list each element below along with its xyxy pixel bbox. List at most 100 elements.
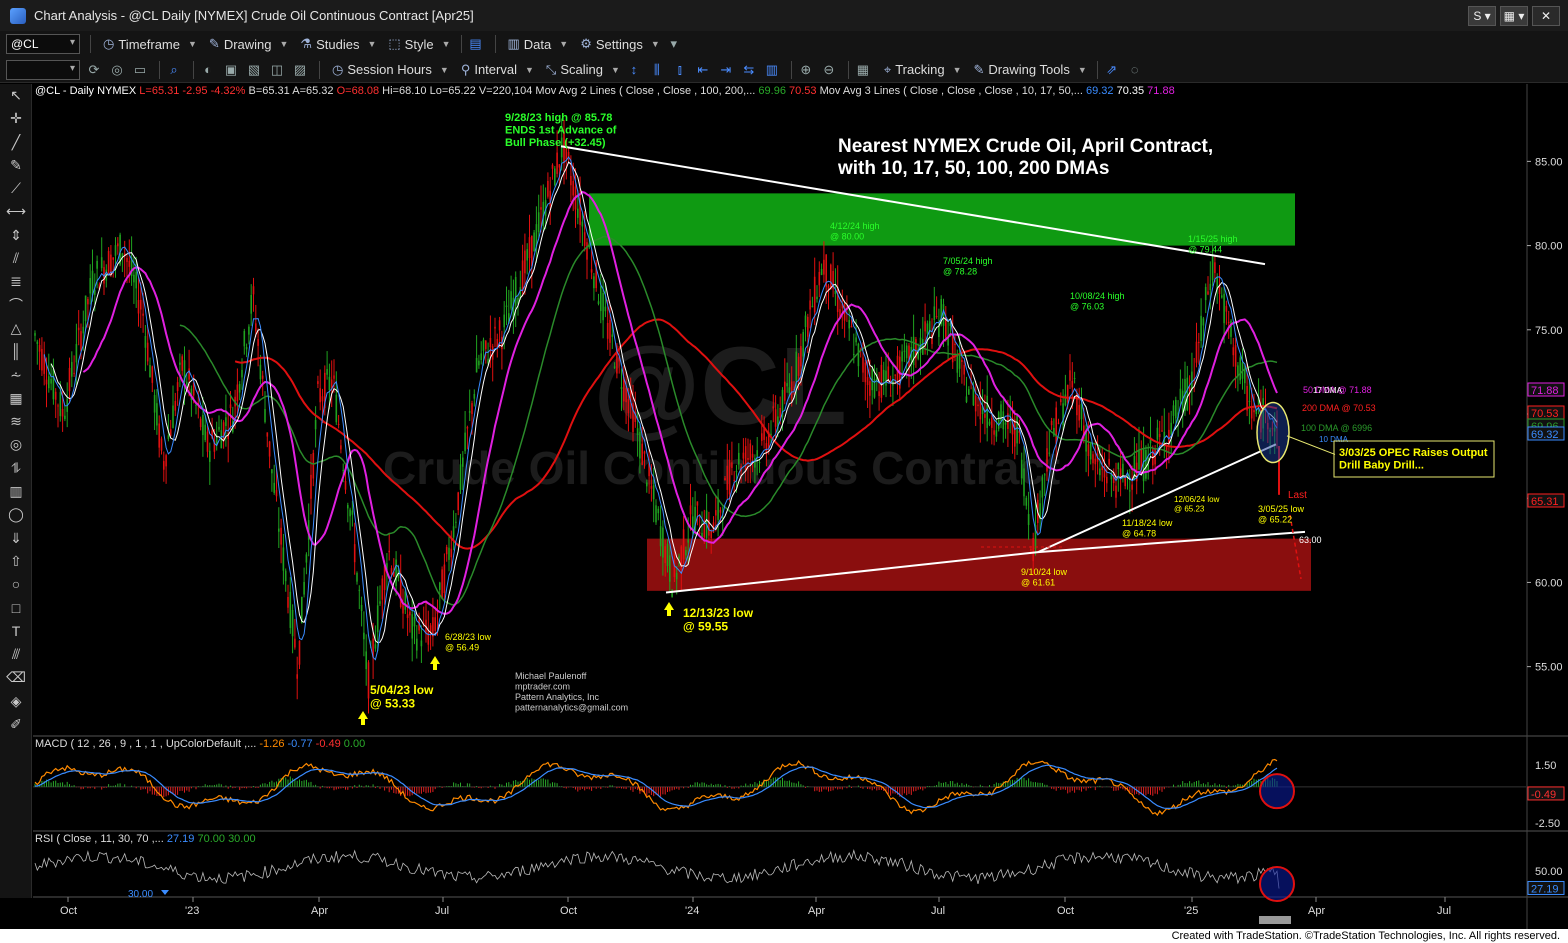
arc-icon[interactable]: ⌒ bbox=[0, 294, 32, 317]
candle-body bbox=[317, 381, 319, 384]
candle-body bbox=[1218, 286, 1221, 294]
candle-body bbox=[643, 451, 646, 454]
settings-menu[interactable]: ⚙ Settings ▼ bbox=[580, 36, 660, 52]
data-menu[interactable]: ▥ Data ▼ bbox=[508, 36, 569, 52]
candle-body bbox=[1009, 414, 1011, 416]
chart-type-icon[interactable]: ▧ bbox=[245, 61, 263, 79]
layout-button[interactable]: ▦ ▾ bbox=[1500, 6, 1528, 26]
grid-icon[interactable]: ▦ bbox=[0, 387, 32, 410]
symbol-link-button[interactable]: S ▾ bbox=[1468, 6, 1496, 26]
candle-body bbox=[229, 404, 232, 409]
annotation-text: 9/28/23 high @ 85.78 bbox=[505, 112, 612, 124]
document-icon[interactable]: ▭ bbox=[131, 61, 149, 79]
ellipse-icon[interactable]: ◯ bbox=[0, 503, 32, 526]
scroll-left-icon[interactable]: ⇤ bbox=[694, 61, 712, 79]
toolbar-divider bbox=[460, 35, 462, 53]
symbol-search-icon[interactable]: ⌕ bbox=[165, 61, 183, 79]
bar-spacing-icon[interactable]: ↕ bbox=[625, 61, 643, 79]
rectangle-icon[interactable]: □ bbox=[0, 597, 32, 620]
insert-window-icon[interactable]: ▤ bbox=[467, 35, 485, 53]
candle-body bbox=[590, 269, 593, 273]
pin-icon: ⚲ bbox=[460, 61, 471, 77]
timeframe-menu[interactable]: ◷ Timeframe ▼ bbox=[103, 36, 197, 52]
x-tick-label: Oct bbox=[560, 905, 577, 917]
crosshair-icon[interactable]: ✛ bbox=[0, 107, 32, 130]
color-icon[interactable]: ◈ bbox=[0, 690, 32, 713]
annotation-text: Bull Phase (+32.45) bbox=[505, 137, 606, 149]
refresh-icon[interactable]: ⟳ bbox=[85, 61, 103, 79]
annotation-text: mptrader.com bbox=[515, 682, 570, 692]
expand-bars-icon[interactable]: ⫾ bbox=[671, 61, 689, 79]
interval-field[interactable]: ▾ bbox=[6, 59, 80, 80]
reload-icon[interactable]: ◎ bbox=[108, 61, 126, 79]
candle-body bbox=[1188, 387, 1191, 392]
candle-body bbox=[1099, 468, 1101, 476]
analysis-icon[interactable]: ◫ bbox=[268, 61, 286, 79]
triangle-icon[interactable]: △ bbox=[0, 317, 32, 340]
scroll-right-icon[interactable]: ⇥ bbox=[717, 61, 735, 79]
chat-icon[interactable]: ◌ bbox=[1126, 61, 1144, 79]
regression-icon[interactable]: ⥮ bbox=[0, 457, 32, 480]
pointer-icon[interactable]: ↖ bbox=[0, 84, 32, 107]
candle-body bbox=[140, 299, 142, 310]
candle-body bbox=[540, 207, 542, 210]
sync-icon[interactable]: ◐ bbox=[199, 61, 217, 79]
fit-icon[interactable]: ▥ bbox=[763, 61, 781, 79]
rsi-oversold: 30.00 bbox=[228, 833, 256, 845]
zoom-out-icon[interactable]: ⊖ bbox=[820, 61, 838, 79]
drawing-tools-menu[interactable]: ✎ Drawing Tools ▼ bbox=[974, 62, 1087, 78]
footer-copyright: Created with TradeStation. ©TradeStation… bbox=[0, 929, 1568, 943]
candle-body bbox=[252, 286, 255, 295]
drawing-menu[interactable]: ✎ Drawing ▼ bbox=[209, 36, 289, 52]
symbol-input[interactable]: @CL ▾ bbox=[6, 34, 80, 54]
vertical-bars-icon[interactable]: ║ bbox=[0, 340, 32, 363]
zoom-in-icon[interactable]: ⊕ bbox=[797, 61, 815, 79]
export-icon[interactable]: ⇗ bbox=[1103, 61, 1121, 79]
annotation-text: 7/05/24 high bbox=[943, 256, 993, 266]
speed-lines-icon[interactable]: ≋ bbox=[0, 410, 32, 433]
candle-body bbox=[45, 379, 48, 385]
gann-icon[interactable]: ⩪ bbox=[0, 364, 32, 387]
close-button[interactable]: ✕ bbox=[1532, 6, 1560, 26]
channel-icon[interactable]: ⫽ bbox=[0, 247, 32, 270]
delete-drawings-icon[interactable]: ⫻ bbox=[0, 643, 32, 666]
annotation-text: @ 59.55 bbox=[683, 620, 728, 634]
bar-type-icon[interactable]: ▨ bbox=[291, 61, 309, 79]
compress-bars-icon[interactable]: ⫼ bbox=[648, 61, 666, 79]
spiral-icon[interactable]: ◎ bbox=[0, 433, 32, 456]
candle-body bbox=[225, 417, 227, 427]
candle-body bbox=[958, 355, 961, 369]
more-dropdown-icon[interactable]: ▾ bbox=[665, 35, 683, 53]
arrow-up-icon[interactable]: ⇧ bbox=[0, 550, 32, 573]
image-icon[interactable]: ▣ bbox=[222, 61, 240, 79]
tracking-menu[interactable]: ⌖ Tracking ▼ bbox=[884, 62, 962, 78]
candle-body bbox=[848, 320, 850, 329]
vertical-line-icon[interactable]: ⇕ bbox=[0, 224, 32, 247]
chart-area[interactable]: @CL Crude Oil Continuous Contract 85.00 80.… bbox=[33, 84, 1568, 930]
candle-body bbox=[597, 301, 600, 304]
chevron-down-icon: ▾ bbox=[69, 62, 75, 74]
circle-icon[interactable]: ○ bbox=[0, 573, 32, 596]
candle-body bbox=[420, 640, 423, 647]
eraser-icon[interactable]: ⌫ bbox=[0, 666, 32, 689]
candle-body bbox=[87, 298, 89, 305]
grid-icon[interactable]: ▦ bbox=[854, 61, 872, 79]
ray-icon[interactable]: ⟋ bbox=[0, 177, 32, 200]
interval-label: Interval bbox=[474, 62, 517, 77]
session-hours-menu[interactable]: ◷ Session Hours ▼ bbox=[332, 62, 449, 78]
edit-icon[interactable]: ✐ bbox=[0, 713, 32, 736]
trendline-icon[interactable]: ╱ bbox=[0, 131, 32, 154]
pencil-icon[interactable]: ✎ bbox=[0, 154, 32, 177]
candle-body bbox=[1214, 262, 1216, 274]
arrow-down-icon[interactable]: ⇓ bbox=[0, 527, 32, 550]
horizontal-line-icon[interactable]: ⟷ bbox=[0, 200, 32, 223]
scaling-menu[interactable]: ⤡ Scaling ▼ bbox=[546, 62, 620, 78]
interval-menu[interactable]: ⚲ Interval ▼ bbox=[461, 62, 534, 78]
candle-body bbox=[71, 361, 73, 377]
style-menu[interactable]: ⬚ Style ▼ bbox=[388, 36, 450, 52]
studies-menu[interactable]: ⚗ Studies ▼ bbox=[300, 36, 376, 52]
bars-icon[interactable]: ▥ bbox=[0, 480, 32, 503]
fibonacci-icon[interactable]: ≣ bbox=[0, 270, 32, 293]
shift-icon[interactable]: ⇆ bbox=[740, 61, 758, 79]
text-icon[interactable]: T bbox=[0, 620, 32, 643]
